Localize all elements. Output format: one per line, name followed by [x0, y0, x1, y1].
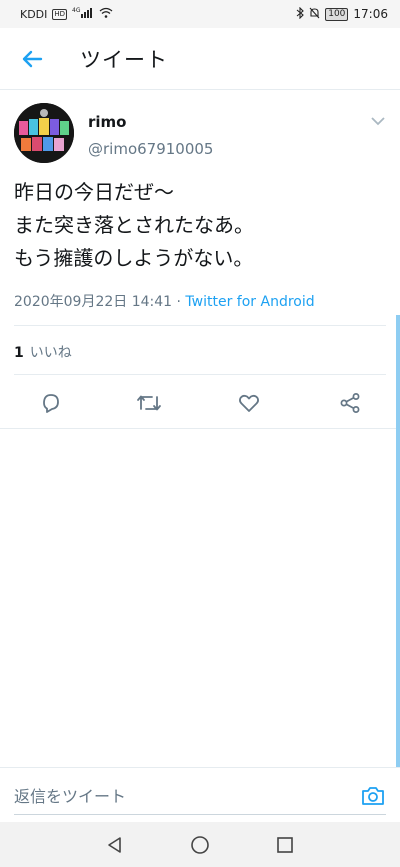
- like-label: いいね: [29, 345, 72, 361]
- network-type-label: 4G: [72, 7, 81, 14]
- status-left: KDDI HD 4G: [20, 7, 113, 21]
- reply-button[interactable]: [34, 386, 68, 420]
- hd-badge: HD: [52, 8, 68, 20]
- avatar-image: [14, 103, 74, 163]
- divider: [14, 325, 386, 326]
- wifi-icon: [99, 7, 113, 21]
- back-button[interactable]: [0, 28, 64, 90]
- section-divider: [0, 428, 400, 429]
- reply-icon: [43, 394, 59, 413]
- mute-bell-icon: [309, 7, 320, 22]
- avatar[interactable]: [14, 103, 74, 163]
- app-header: ツイート: [0, 28, 400, 90]
- circle-home-icon: [191, 836, 209, 854]
- divider: [14, 374, 386, 375]
- meta-separator: ·: [172, 294, 186, 310]
- signal-icon: 4G: [72, 7, 94, 21]
- tweet-timestamp: 2020年09月22日 14:41: [14, 294, 173, 310]
- tweet-text: 昨日の今日だぜ〜 また突き落とされたなあ。 もう擁護のしようがない。: [14, 180, 254, 270]
- bluetooth-icon: [296, 6, 305, 22]
- scrollbar[interactable]: [396, 315, 400, 767]
- share-icon: [340, 393, 360, 413]
- reply-input-underline: [14, 814, 386, 815]
- carrier-label: KDDI: [20, 7, 48, 21]
- battery-indicator: 100: [325, 7, 349, 21]
- clock: 17:06: [353, 7, 388, 21]
- square-recents-icon: [277, 837, 293, 853]
- reply-bar: [0, 767, 400, 822]
- tweet-meta: 2020年09月22日 14:41 · Twitter for Android: [14, 291, 315, 311]
- status-bar: KDDI HD 4G 100 17:06: [0, 0, 400, 28]
- user-handle[interactable]: @rimo67910005: [88, 140, 213, 158]
- like-count: 1: [14, 345, 24, 361]
- tweet-client-link[interactable]: Twitter for Android: [185, 294, 314, 310]
- page-title: ツイート: [80, 47, 168, 72]
- camera-icon: [362, 787, 384, 805]
- tweet-menu-button[interactable]: [366, 109, 390, 133]
- triangle-back-icon: [108, 837, 121, 853]
- reply-input[interactable]: [14, 778, 342, 814]
- chevron-down-icon: [371, 116, 385, 125]
- nav-home-button[interactable]: [185, 830, 215, 860]
- back-arrow-icon: [22, 50, 43, 67]
- retweet-icon: [137, 395, 161, 411]
- display-name[interactable]: rimo: [88, 113, 126, 131]
- nav-back-button[interactable]: [100, 830, 130, 860]
- camera-button[interactable]: [358, 781, 388, 811]
- like-button[interactable]: [232, 386, 266, 420]
- author-row: rimo @rimo67910005: [14, 103, 390, 167]
- likes-summary[interactable]: 1 いいね: [14, 342, 72, 362]
- system-nav-bar: [0, 822, 400, 867]
- status-right: 100 17:06: [296, 6, 388, 22]
- share-button[interactable]: [333, 386, 367, 420]
- tweet-actions: [0, 386, 400, 420]
- heart-icon: [239, 394, 259, 412]
- retweet-button[interactable]: [132, 386, 166, 420]
- nav-recents-button[interactable]: [270, 830, 300, 860]
